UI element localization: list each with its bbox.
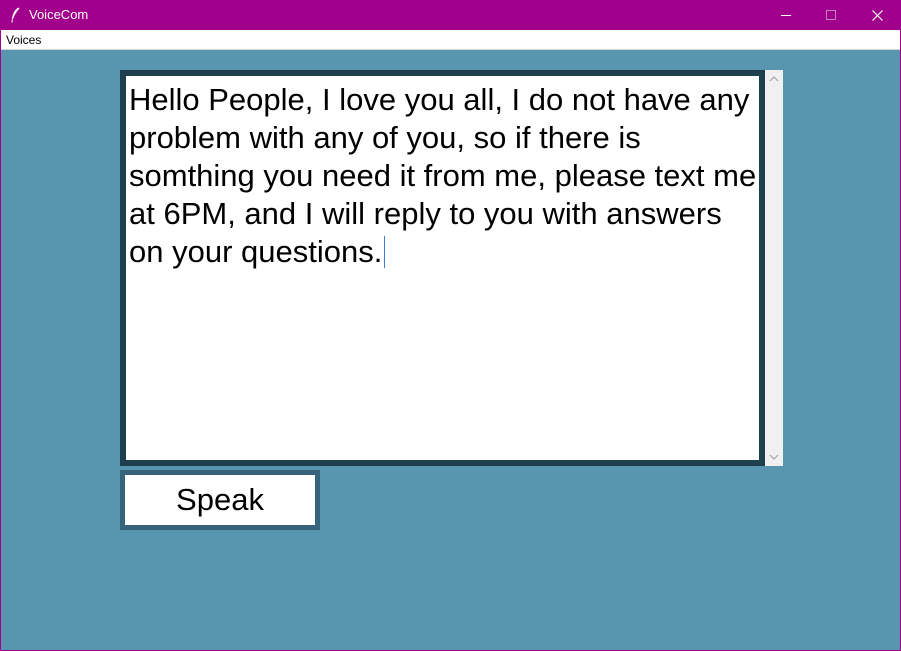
title-bar[interactable]: VoiceCom: [1, 0, 900, 30]
feather-icon: [11, 7, 20, 23]
scroll-down-icon[interactable]: [769, 453, 779, 461]
menu-bar: Voices: [1, 30, 900, 50]
close-button[interactable]: [854, 0, 900, 30]
scroll-up-icon[interactable]: [769, 75, 779, 83]
editor-text: Hello People, I love you all, I do not h…: [129, 82, 757, 269]
vertical-scrollbar[interactable]: [765, 70, 783, 466]
text-caret: [384, 236, 386, 268]
speak-button-label: Speak: [176, 482, 264, 517]
text-editor-frame[interactable]: Hello People, I love you all, I do not h…: [120, 70, 765, 466]
text-editor[interactable]: Hello People, I love you all, I do not h…: [129, 81, 761, 271]
window-title: VoiceCom: [29, 7, 89, 22]
maximize-button[interactable]: [808, 0, 854, 30]
speak-button[interactable]: Speak: [120, 470, 320, 530]
close-icon: [871, 9, 883, 21]
menu-voices[interactable]: Voices: [6, 33, 41, 47]
maximize-icon: [826, 10, 836, 20]
minimize-button[interactable]: [763, 0, 809, 30]
minimize-icon: [781, 15, 791, 16]
app-window: VoiceCom Voices Hello People, I love you…: [0, 0, 901, 651]
